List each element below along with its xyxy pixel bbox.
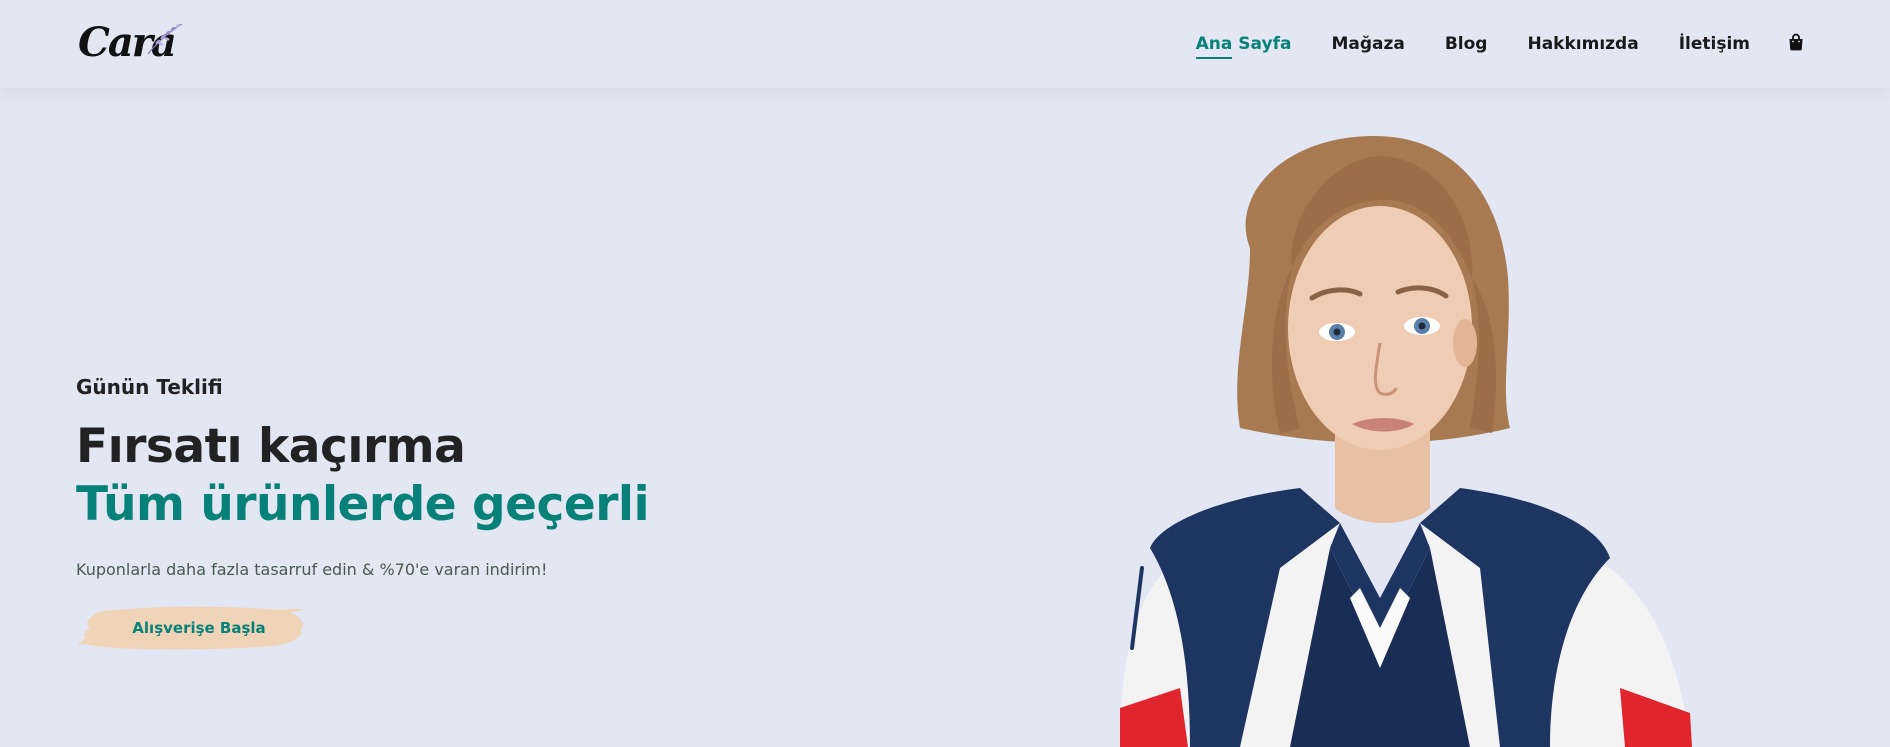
nav-blog[interactable]: Blog — [1445, 34, 1488, 54]
hero-eyebrow: Günün Teklifi — [76, 375, 223, 399]
nav-home[interactable]: Ana Sayfa — [1195, 34, 1291, 59]
hero-title: Fırsatı kaçırma — [76, 419, 466, 474]
shop-now-button[interactable]: Alışverişe Başla — [76, 602, 306, 654]
nav-shop[interactable]: Mağaza — [1331, 34, 1404, 54]
hero-title-accent: Tüm ürünlerde geçerli — [76, 477, 650, 532]
hero-model-image — [1120, 135, 1692, 747]
hero-subtitle: Kuponlarla daha fazla tasarruf edin & %7… — [76, 560, 548, 579]
brand-logo[interactable]: Cara — [78, 18, 188, 68]
shopping-bag-icon[interactable] — [1788, 33, 1804, 51]
main-navigation: Ana Sayfa Mağaza Blog Hakkımızda İletişi… — [1156, 0, 1804, 88]
cart-link[interactable] — [1750, 33, 1804, 55]
nav-about[interactable]: Hakkımızda — [1527, 34, 1638, 54]
lavender-sprig-icon — [147, 23, 183, 55]
nav-contact[interactable]: İletişim — [1679, 34, 1750, 54]
hero-content: Günün Teklifi Fırsatı kaçırma Tüm ürünle… — [76, 372, 776, 654]
cta-container: Alışverişe Başla — [76, 602, 306, 654]
site-header: Cara Ana Sayfa Mağaza Blog Hakkımızda İl… — [0, 0, 1890, 88]
